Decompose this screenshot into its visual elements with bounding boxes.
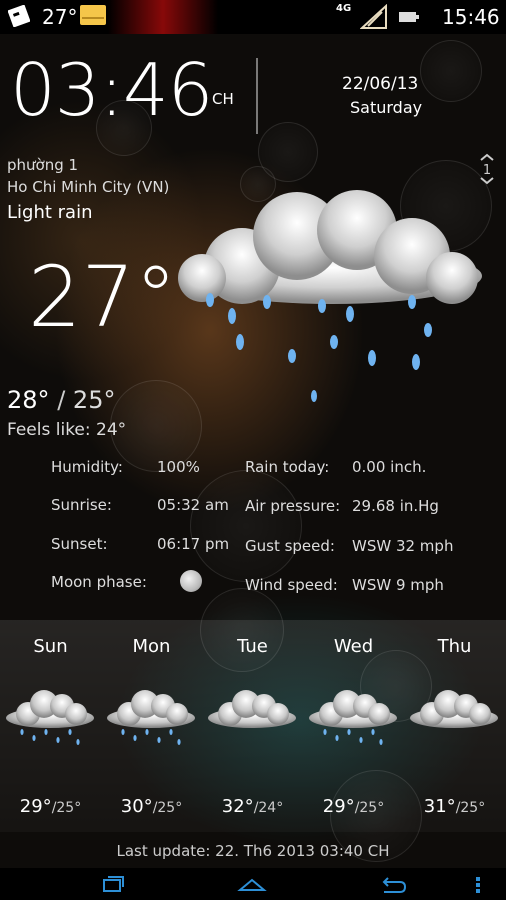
high-temperature: 28° [7,386,50,414]
back-icon[interactable] [372,872,412,896]
clock-ampm: CH [212,90,234,108]
forecast-low: /25° [354,800,385,816]
location-city[interactable]: Ho Chi Minh City (VN) [7,178,169,196]
forecast-temperatures: 31°/25° [404,796,505,817]
forecast-low: /24° [253,800,284,816]
full-moon-icon [180,570,202,592]
rain-cloud-icon [4,688,97,752]
clock-date[interactable]: 22/06/13 [342,74,418,94]
current-temperature: 27° [28,248,177,346]
home-icon[interactable] [232,872,272,896]
forecast-high: 30° [120,796,153,817]
forecast-day[interactable]: Wed 29°/25° [303,620,404,832]
forecast-high: 32° [221,796,254,817]
wind-speed-value: WSW 9 mph [352,576,444,594]
forecast-high: 29° [322,796,355,817]
location-ward[interactable]: phường 1 [7,156,78,174]
forecast-panel[interactable]: Sun 29°/25° Mon 30°/25° Tue 32°/24° Wed … [0,620,506,832]
last-update[interactable]: Last update: 22. Th6 2013 03:40 CH [0,842,506,860]
page-indicator-number: 1 [483,163,491,178]
sunset-label: Sunset: [51,535,108,553]
rain-today-label: Rain today: [245,458,330,476]
forecast-temperatures: 30°/25° [101,796,202,817]
page-indicator-icon[interactable]: 1 [478,153,496,185]
forecast-day-name: Thu [437,636,472,657]
high-low-temperature: 28° / 25° [7,386,115,414]
sunset-value: 06:17 pm [157,535,230,553]
humidity-label: Humidity: [51,458,123,476]
clock-divider [256,58,258,134]
status-time: 15:46 [442,5,500,29]
network-type: 4G [336,3,352,14]
cloud-icon [206,688,299,752]
clock-time[interactable]: 03:46 [10,48,213,132]
navigation-bar [0,868,506,900]
forecast-low: /25° [455,800,486,816]
forecast-temperatures: 29°/25° [0,796,101,817]
forecast-high: 29° [19,796,52,817]
rain-cloud-icon [105,688,198,752]
forecast-low: /25° [51,800,82,816]
weather-cloud-icon [8,5,30,27]
rain-today-value: 0.00 inch. [352,458,427,476]
sunrise-value: 05:32 am [157,496,229,514]
wind-speed-label: Wind speed: [245,576,338,594]
recent-apps-icon[interactable] [92,872,132,896]
signal-icon [360,4,387,29]
air-pressure-value: 29.68 in.Hg [352,497,439,515]
high-low-separator: / [57,386,66,414]
status-bar: 27° 4G 15:46 [0,0,506,34]
sunrise-label: Sunrise: [51,496,112,514]
status-bar-accent [108,0,218,34]
battery-icon [399,12,419,22]
air-pressure-label: Air pressure: [245,497,341,515]
mail-icon [80,5,106,25]
gust-speed-value: WSW 32 mph [352,537,454,555]
menu-icon[interactable] [458,872,498,896]
forecast-temperatures: 32°/24° [202,796,303,817]
forecast-high: 31° [423,796,456,817]
forecast-day[interactable]: Sun 29°/25° [0,620,101,832]
forecast-day-name: Mon [132,636,171,657]
clock-day: Saturday [350,98,423,117]
cloud-icon [408,688,501,752]
status-temperature: 27° [42,5,78,29]
rain-cloud-icon [307,688,400,752]
forecast-day-name: Tue [237,636,268,657]
gust-speed-label: Gust speed: [245,537,335,555]
forecast-day[interactable]: Mon 30°/25° [101,620,202,832]
moon-phase-label: Moon phase: [51,573,147,591]
forecast-temperatures: 29°/25° [303,796,404,817]
forecast-low: /25° [152,800,183,816]
forecast-day[interactable]: Thu 31°/25° [404,620,505,832]
weather-condition: Light rain [7,202,93,223]
humidity-value: 100% [157,458,200,476]
feels-like: Feels like: 24° [7,420,127,440]
forecast-day[interactable]: Tue 32°/24° [202,620,303,832]
low-temperature: 25° [72,386,116,414]
forecast-day-name: Sun [33,636,68,657]
rain-cloud-icon [178,190,482,402]
forecast-day-name: Wed [333,636,374,657]
